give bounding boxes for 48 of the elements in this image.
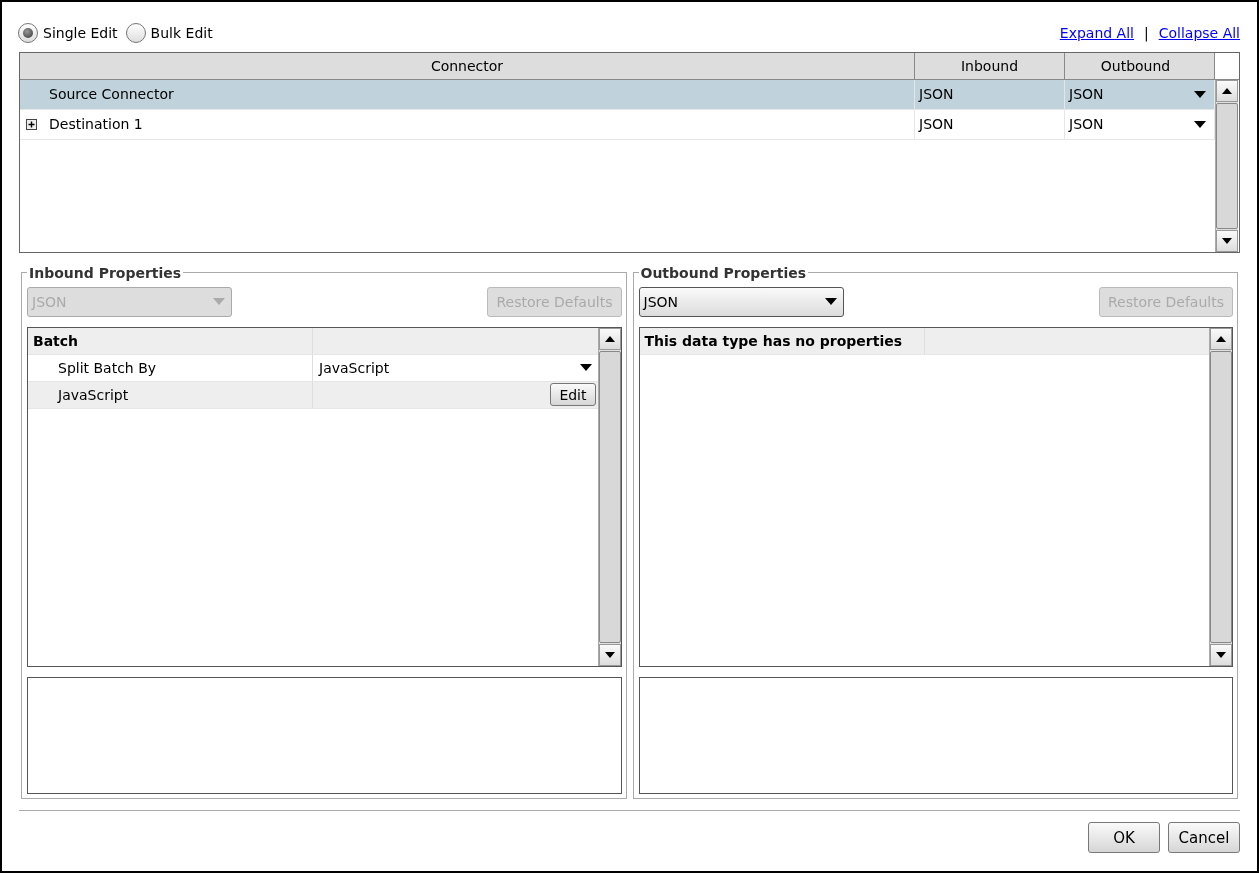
property-name: Split Batch By xyxy=(28,354,313,381)
expand-icon[interactable] xyxy=(26,118,37,130)
dropdown-arrow-icon xyxy=(824,298,837,306)
column-header[interactable]: Connector xyxy=(20,52,915,79)
scrollbar[interactable] xyxy=(1215,79,1238,252)
table-cell: JSON xyxy=(919,86,954,103)
scroll-up-button[interactable] xyxy=(1210,327,1232,350)
scroll-down-button[interactable] xyxy=(1216,229,1238,252)
dialog-button[interactable]: Cancel xyxy=(1168,822,1240,853)
scrollbar[interactable] xyxy=(597,327,621,666)
table-row[interactable]: Destination 1 JSON JSON xyxy=(20,109,1215,140)
dropdown-arrow-icon xyxy=(1194,120,1206,128)
radio-label[interactable]: Bulk Edit xyxy=(150,24,213,41)
radio-label[interactable]: Single Edit xyxy=(43,24,118,41)
connector-name: Destination 1 xyxy=(49,116,143,133)
group-title: Inbound Properties xyxy=(28,264,183,281)
radio-button[interactable]: Single Edit xyxy=(18,22,118,43)
down-arrow-icon xyxy=(1222,237,1232,244)
up-arrow-icon xyxy=(604,335,615,342)
up-arrow-icon xyxy=(1222,87,1232,94)
dropdown-arrow-icon xyxy=(579,364,592,372)
scrollbar[interactable] xyxy=(1209,327,1232,666)
scroll-up-button[interactable] xyxy=(1216,79,1238,102)
down-arrow-icon xyxy=(1216,651,1226,658)
expand-all-link[interactable]: Expand All xyxy=(1059,24,1134,41)
scroll-thumb[interactable] xyxy=(1216,102,1238,229)
connector-name: Source Connector xyxy=(49,86,174,103)
dialog-button[interactable]: OK xyxy=(1088,822,1160,853)
up-arrow-icon xyxy=(1216,335,1226,342)
table-row[interactable]: Source Connector JSON JSON xyxy=(20,79,1215,110)
table-cell: JSON xyxy=(919,116,954,133)
data-type-dropdown[interactable]: JSON xyxy=(638,286,844,317)
scroll-down-button[interactable] xyxy=(598,643,621,666)
group-header: This data type has no properties xyxy=(639,327,925,354)
scroll-thumb[interactable] xyxy=(598,350,621,643)
dropdown-arrow-icon xyxy=(1194,90,1206,98)
scroll-down-button[interactable] xyxy=(1210,643,1232,666)
property-name: JavaScript xyxy=(28,381,313,408)
dropdown-arrow-icon xyxy=(213,298,225,306)
group-header: Batch xyxy=(28,327,313,354)
collapse-all-link[interactable]: Collapse All xyxy=(1158,24,1240,41)
link-separator: | xyxy=(1143,24,1149,41)
group-title: Outbound Properties xyxy=(639,264,808,281)
column-header[interactable]: Inbound xyxy=(915,52,1065,79)
down-arrow-icon xyxy=(604,651,615,658)
radio-button[interactable]: Bulk Edit xyxy=(125,22,213,43)
scroll-up-button[interactable] xyxy=(598,327,621,350)
scroll-thumb[interactable] xyxy=(1210,350,1232,643)
